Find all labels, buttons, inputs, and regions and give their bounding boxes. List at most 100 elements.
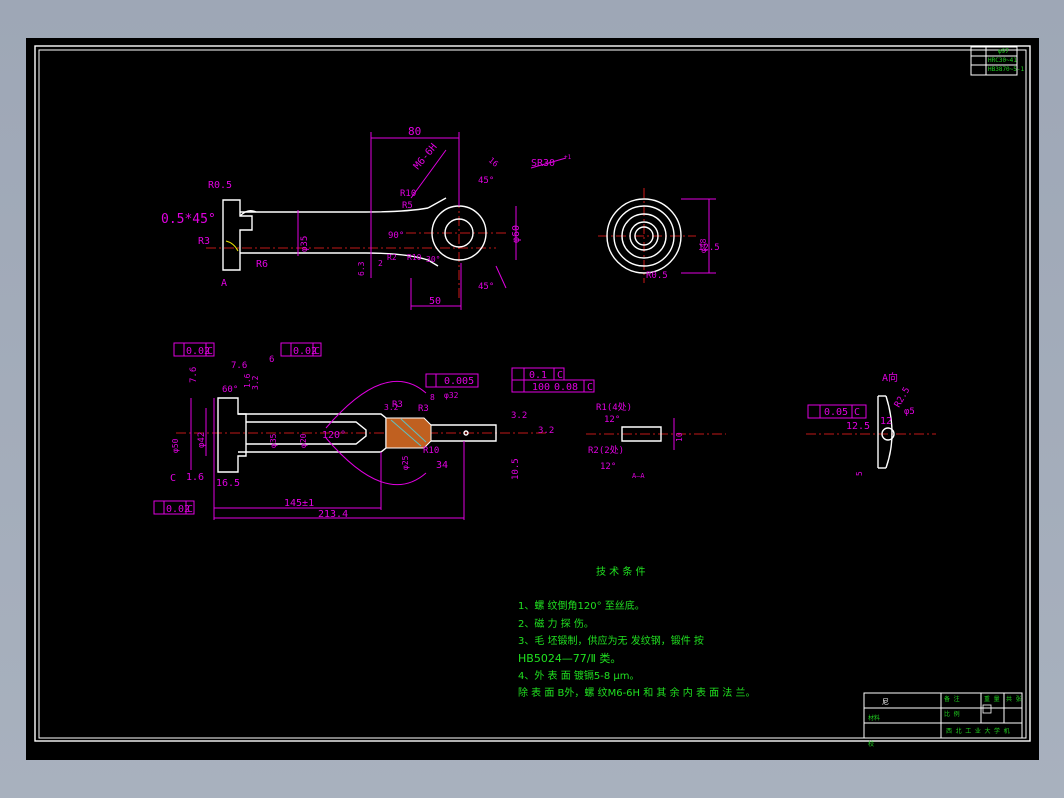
- dim-chamfer: 0.5*45°: [161, 212, 216, 227]
- view-a-title: A向: [882, 371, 898, 384]
- rough-32-a: 3.2: [511, 411, 527, 421]
- dim-r05-side: R0.5: [646, 271, 668, 281]
- tol-c-e: C: [187, 504, 193, 515]
- top-view: 80 M6-6H SR30 +1 R0.5 0.5*45° R3 R6 A R1…: [161, 125, 572, 310]
- dim-32-a: 3.2: [251, 375, 260, 390]
- dim-phi35-sec: φ35: [269, 433, 278, 448]
- tol-c-d: C: [587, 382, 593, 393]
- dim-6: 6: [269, 355, 274, 365]
- dim-45-a: 45°: [478, 176, 494, 186]
- corner-spec-3: HB3870~5-1: [988, 66, 1025, 73]
- note-line-1: 1、螺 纹倒角120° 至丝底。: [518, 599, 645, 612]
- dim-phi5: φ5: [904, 407, 915, 417]
- rough-16: 1.6: [186, 472, 204, 483]
- dim-r25-a: R2.5: [893, 386, 913, 410]
- detail-view-a: A向 0.05 C 12.5 12 R2.5 φ5 5: [806, 371, 936, 476]
- note-line-2: 2、磁 力 探 伤。: [518, 617, 594, 630]
- dim-12-a: 12: [880, 416, 892, 427]
- dim-50: 50: [429, 296, 441, 307]
- dim-sr30: SR30: [531, 158, 555, 169]
- dim-60deg: 60°: [222, 385, 238, 395]
- dim-90: 90°: [388, 231, 404, 241]
- dim-100: 100: [532, 382, 550, 393]
- dim-12deg-a: 12°: [604, 415, 620, 425]
- dim-r10-sec: R10: [423, 446, 439, 456]
- side-view: φ48 12.5 R0.5: [598, 188, 720, 283]
- dim-76-b: 7.6: [189, 367, 199, 383]
- notes-title: 技 术 条 件: [596, 565, 646, 578]
- rough-32-b: 3.2: [538, 426, 554, 436]
- title-block-misc-3: 重 量: [984, 695, 1000, 703]
- dim-125-a: 12.5: [846, 421, 870, 432]
- dim-45-b: 45°: [478, 282, 494, 292]
- dim-165: 16.5: [216, 478, 240, 489]
- dim-r3: R3: [198, 236, 210, 247]
- dim-phi35: φ35: [300, 236, 310, 252]
- tol-008: 0.08: [554, 382, 578, 393]
- dim-80: 80: [408, 125, 421, 138]
- title-block-misc-4: 比 例: [944, 710, 960, 718]
- tol-c-b: C: [314, 346, 320, 357]
- title-block-misc-0: 校: [868, 740, 874, 748]
- corner-spec-2: HRC30~41: [988, 57, 1017, 64]
- dim-2: 2: [378, 259, 383, 268]
- dim-2134: 213.4: [318, 509, 348, 520]
- dim-8: 8: [430, 393, 435, 402]
- dim-r2: R2(2处): [588, 444, 624, 456]
- title-block-name: 尼: [882, 698, 889, 706]
- dim-r5: R5: [402, 201, 413, 211]
- dim-phi42: φ42: [197, 432, 207, 448]
- tol-c-c: C: [557, 370, 563, 381]
- dim-r3-b: R3: [418, 404, 429, 414]
- drawing-canvas[interactable]: φ97 HRC30~41 HB3870~5-1 80 M6-6H SR30 +1…: [26, 38, 1039, 760]
- technical-notes: 技 术 条 件 1、螺 纹倒角120° 至丝底。 2、磁 力 探 伤。 3、毛 …: [518, 565, 756, 699]
- dim-63: 6.3: [357, 261, 366, 276]
- tol-0005: 0.005: [444, 376, 474, 387]
- dim-sr30-tol: +1: [564, 154, 572, 161]
- dim-76-a: 7.6: [231, 361, 247, 371]
- dim-5-a: 5: [855, 471, 864, 476]
- dim-phi32: φ32: [444, 391, 459, 400]
- dim-120deg: 120°: [322, 430, 346, 441]
- dim-r05: R0.5: [208, 180, 232, 191]
- dim-16: 16: [487, 156, 500, 169]
- tol-01: 0.1: [529, 370, 547, 381]
- note-line-6: 除 表 面 B外，螺 纹M6-6H 和 其 余 内 表 面 法 兰。: [518, 686, 756, 699]
- dim-phi25: φ25: [401, 455, 410, 470]
- dim-105: 10.5: [511, 458, 521, 480]
- dim-m6: M6-6H: [412, 142, 440, 172]
- dim-12deg-b: 12°: [600, 462, 616, 472]
- corner-spec-1: φ97: [998, 48, 1009, 55]
- note-line-4: HB5024—77/Ⅱ 类。: [518, 651, 621, 665]
- title-block-school: 西 北 工 业 大 学 机: [946, 727, 1010, 735]
- datum-c: C: [170, 473, 176, 484]
- dim-r2: R2: [387, 253, 397, 262]
- tol-c-a: C: [207, 346, 213, 357]
- cad-viewport: φ97 HRC30~41 HB3870~5-1 80 M6-6H SR30 +1…: [0, 0, 1064, 798]
- tol-c-f: C: [854, 407, 860, 418]
- dim-r6: R6: [256, 259, 268, 270]
- tol-005: 0.05: [824, 407, 848, 418]
- dim-r10-a: R10: [400, 189, 416, 199]
- dim-r10-b: R10: [407, 253, 422, 262]
- dim-12-5-side: 12.5: [698, 243, 720, 253]
- dim-r1: R1(4处): [596, 401, 632, 413]
- dim-r3-a: R3: [392, 400, 403, 410]
- dim-34: 34: [436, 460, 448, 471]
- title-block-misc-1: 材料: [868, 714, 880, 722]
- drawing-sheet: φ97 HRC30~41 HB3870~5-1 80 M6-6H SR30 +1…: [34, 45, 1031, 748]
- title-block: 尼 西 北 工 业 大 学 机 校 材料 备 注 重 量 比 例 共 张: [863, 692, 1023, 748]
- dim-phi20: φ20: [299, 433, 308, 448]
- detail-view-1: R1(4处) 12° R2(2处) 12° A—A 10: [586, 401, 726, 480]
- inner-frame: [38, 49, 1027, 739]
- corner-spec-table: φ97 HRC30~41 HB3870~5-1: [970, 46, 1025, 76]
- dim-phi50: φ50: [171, 438, 180, 453]
- dim-30deg: 30°: [426, 255, 440, 264]
- section-view: 0.02 C 7.6 6 0.02 C 7.6 60° 1.6 3.2 φ50 …: [153, 342, 595, 520]
- dim-phi60: φ60: [511, 225, 522, 243]
- dim-10-detail: 10: [675, 432, 684, 442]
- section-aa-label: A—A: [632, 472, 645, 480]
- note-line-3: 3、毛 坯锻制，供应为无 发纹钢，锻件 按: [518, 634, 704, 647]
- title-block-misc-2: 备 注: [944, 695, 960, 703]
- dim-145: 145±1: [284, 498, 314, 509]
